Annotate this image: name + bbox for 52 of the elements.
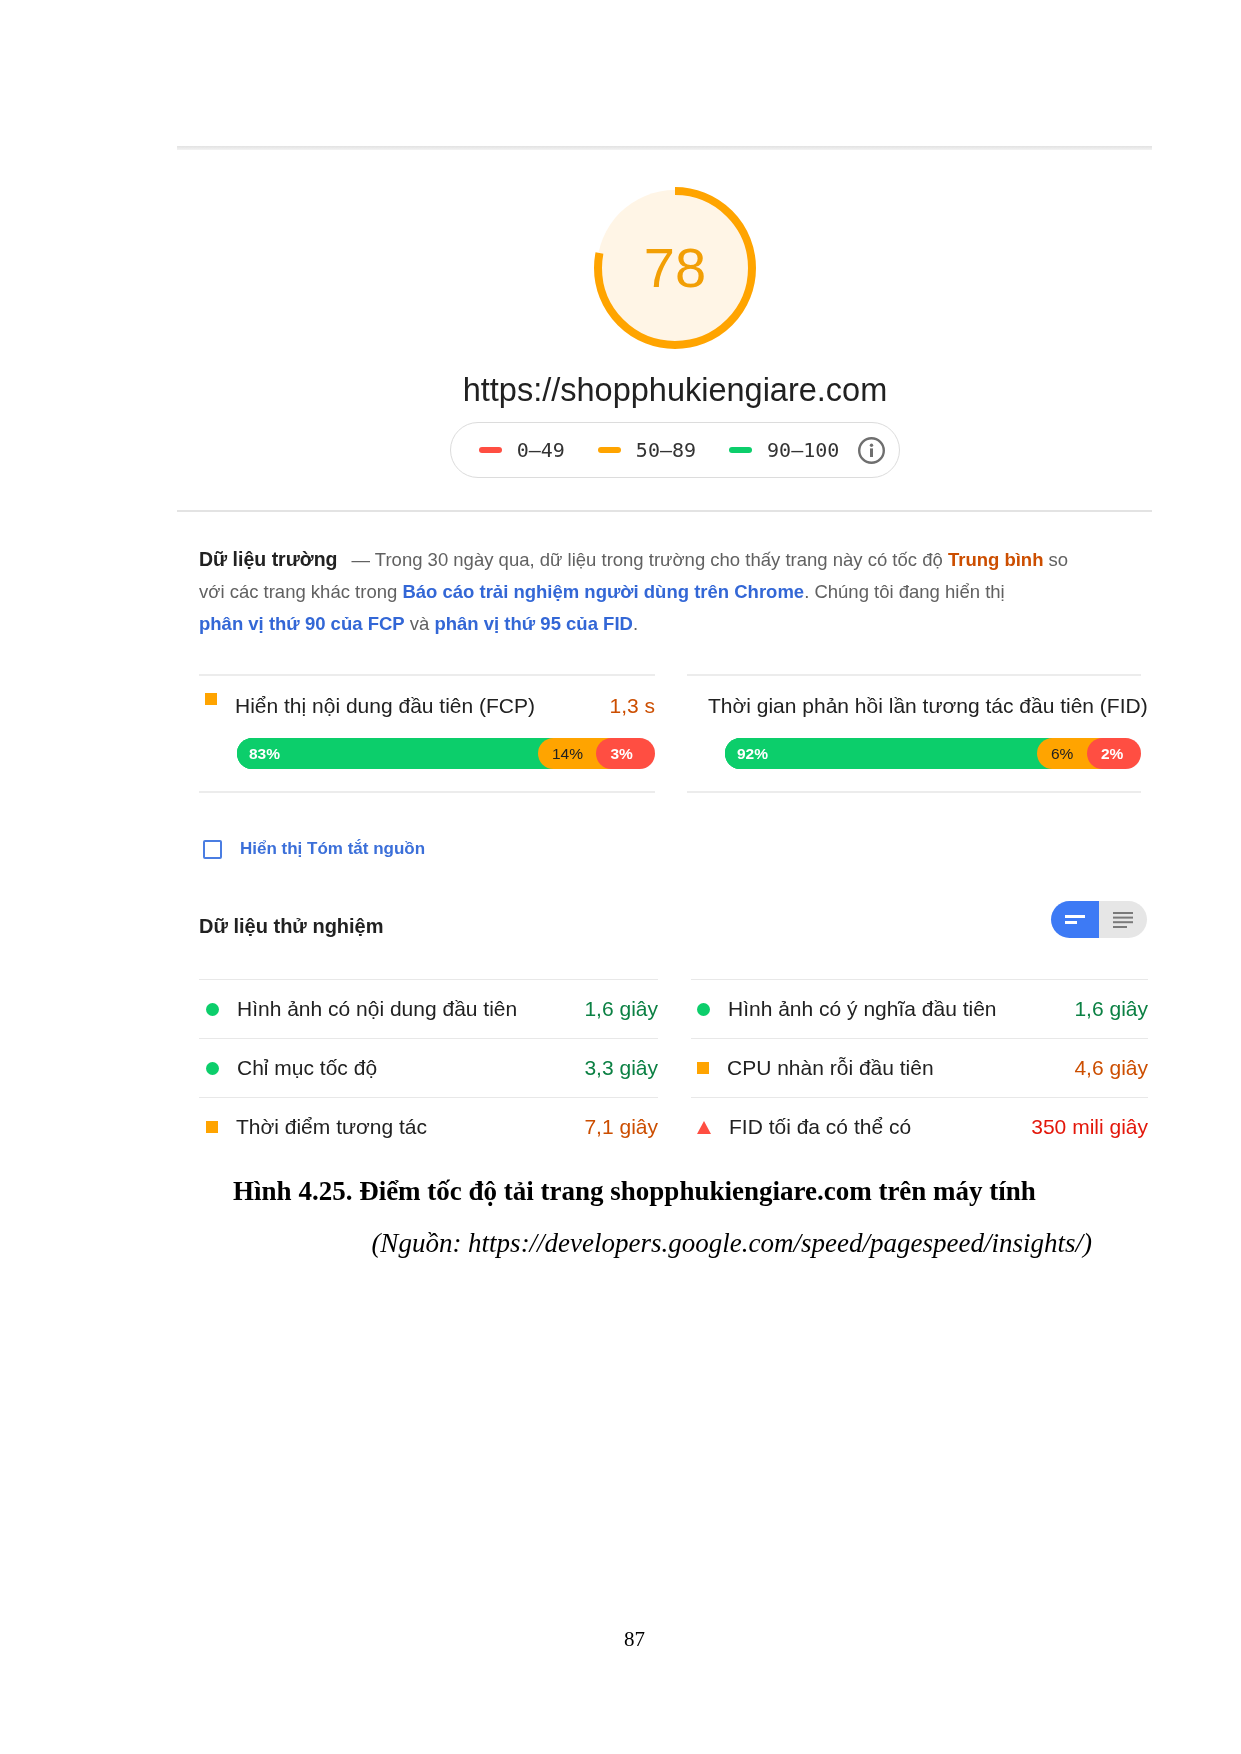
circle-status-icon [206,1002,219,1016]
text-link[interactable]: Báo cáo trải nghiệm người dùng trên Chrome [402,581,805,602]
legend-label: 0–49 [516,438,565,462]
text-link[interactable]: phân vị thứ 95 của FID [434,613,633,634]
circle-status-icon [206,1061,219,1075]
square-status-icon [697,1062,709,1074]
metric-value: 350 mili giây [1031,1115,1148,1139]
view-toggle-button[interactable] [1099,901,1147,938]
metric-value: 3,3 giây [584,1056,658,1080]
distribution-segment: 92% [725,738,1037,769]
distribution-segment: 3% [596,738,655,769]
section-title: Dữ liệu trường [199,548,338,570]
page-number: 87 [624,1627,645,1651]
dash-icon [729,447,753,453]
figure-caption: Hình 4.25. Điểm tốc độ tải trang shopphukiengiare.com trên máy tính [233,1175,1036,1207]
distribution-segment: 83% [237,738,538,769]
figure-source: (Nguồn: https://developers.google.com/speed/pagespeed/insights/) [371,1227,1092,1259]
section-title: Dữ liệu thử nghiệm [199,914,384,938]
metric-value: 7,1 giây [584,1115,658,1139]
view-toggle-button[interactable] [1051,901,1099,938]
metric-title: Thời gian phản hồi lần tương tác đầu tiên (FID) [708,693,1148,719]
legend-label: 90–100 [767,438,840,462]
triangle-status-icon [697,1120,711,1134]
metric-name: Hình ảnh có nội dung đầu tiên [237,997,518,1021]
checkbox-label[interactable]: Hiển thị Tóm tắt nguồn [240,839,426,859]
score-value: 78 [643,238,707,298]
square-status-icon [206,1121,218,1133]
page-url: https://shopphukiengiare.com [462,371,888,409]
field-data-description: Dữ liệu trường — Trong 30 ngày qua, dữ liệu trong trường cho thấy trang này có tốc độ Trung bình so với các trang khác trong Báo cáo trải nghiệm người dùng trên Chrome. Chúng tôi đang hiển thị phân vị thứ 90 của FCP và phân vị thứ 95 của FID. [199,547,1070,636]
metric-name: Thời điểm tương tác [236,1115,427,1139]
metric-value: 1,3 s [609,693,655,719]
info-icon[interactable] [858,436,886,464]
distribution-segment: 2% [1086,738,1141,769]
metric-name: Chỉ mục tốc độ [237,1056,378,1080]
distribution-segment: 6% [1037,738,1087,769]
dash-icon [597,447,621,453]
dash-icon [478,447,502,453]
circle-status-icon [697,1002,710,1016]
metric-name: FID tối đa có thể có [729,1115,912,1139]
two-lines-icon [1065,915,1085,924]
metric-value: 1,6 giây [584,997,658,1021]
metric-value: 1,6 giây [1074,997,1148,1021]
distribution-segment: 14% [537,738,597,769]
metric-title: Hiển thị nội dung đầu tiên (FCP) [235,693,535,719]
metric-name: Hình ảnh có ý nghĩa đầu tiên [728,997,997,1021]
checkbox[interactable] [203,839,222,859]
square-status-icon [205,693,217,705]
metric-value: 4,6 giây [1074,1056,1148,1080]
text-link[interactable]: phân vị thứ 90 của FCP [199,613,405,634]
metric-name: CPU nhàn rỗi đầu tiên [727,1056,934,1080]
list-icon [1113,911,1133,928]
legend-label: 50–89 [635,438,697,462]
